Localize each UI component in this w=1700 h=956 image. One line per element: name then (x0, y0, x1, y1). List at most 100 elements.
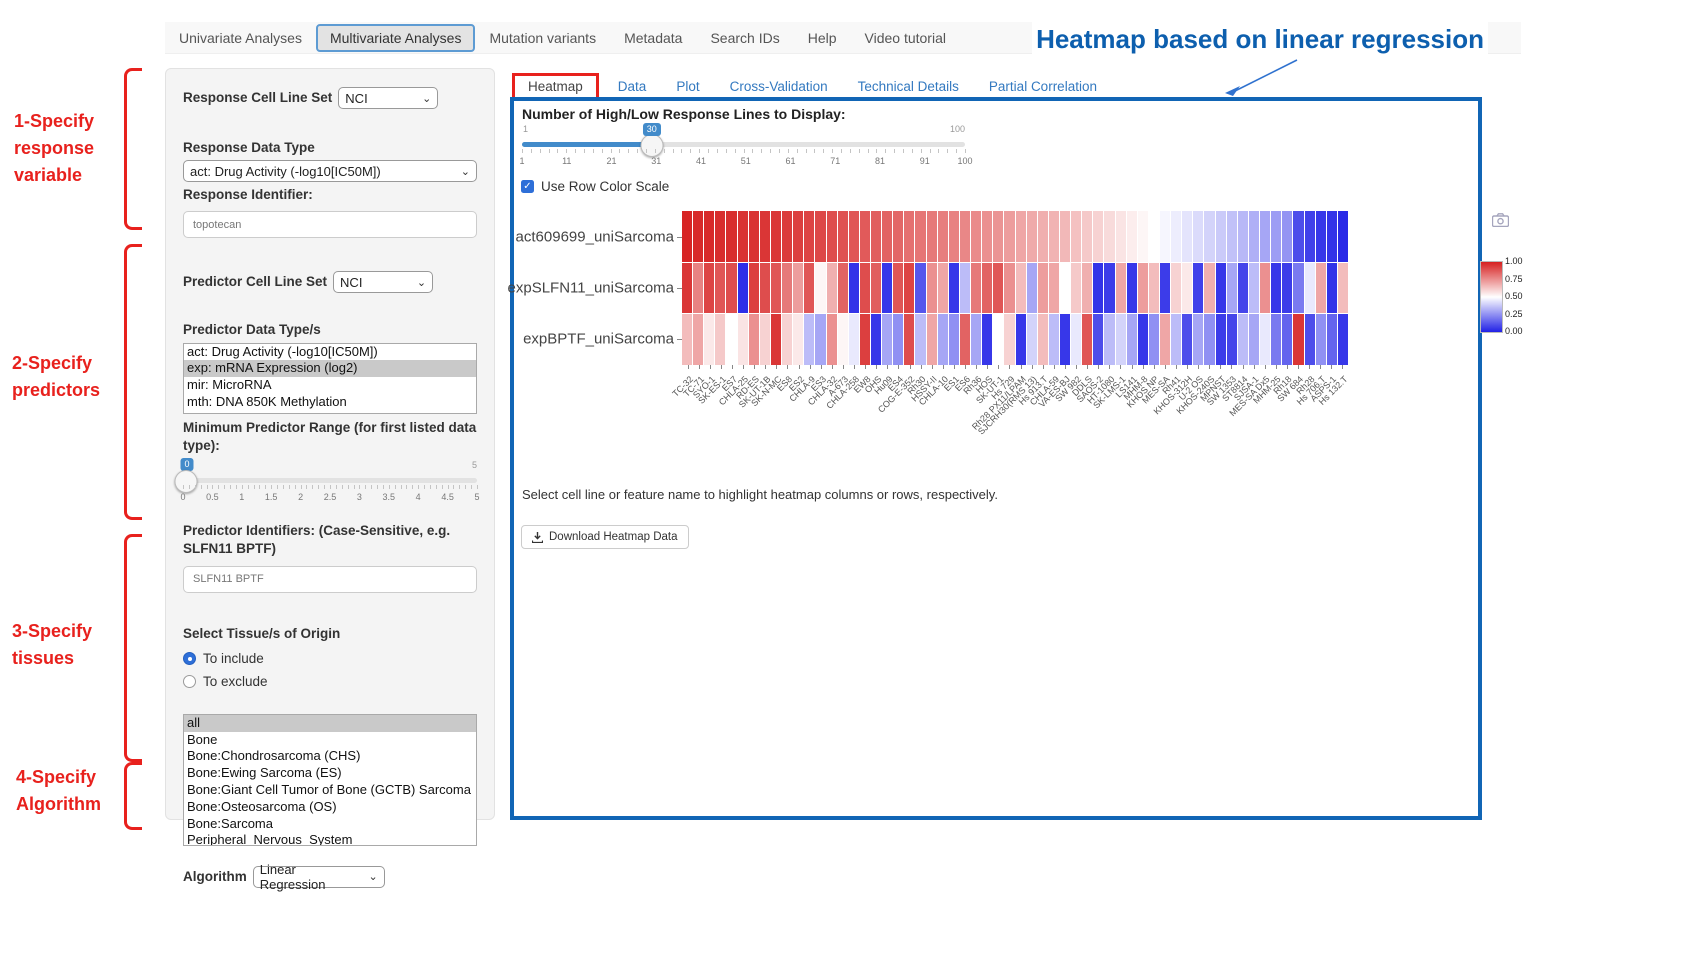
algorithm-select[interactable]: Linear Regression ⌄ (253, 866, 385, 888)
heatmap-cell[interactable] (1193, 211, 1203, 262)
heatmap-cell[interactable] (938, 263, 948, 314)
heatmap-cell[interactable] (1027, 263, 1037, 314)
heatmap-cell[interactable] (1027, 211, 1037, 262)
heatmap-cell[interactable] (1327, 211, 1337, 262)
heatmap-cell[interactable] (1071, 211, 1081, 262)
heatmap-cell[interactable] (1038, 211, 1048, 262)
heatmap-cell[interactable] (1149, 211, 1159, 262)
nav-tab-help[interactable]: Help (794, 24, 851, 52)
listbox-option[interactable]: Bone:Osteosarcoma (OS) (184, 799, 476, 816)
heatmap-cell[interactable] (1204, 263, 1214, 314)
heatmap-cell[interactable] (715, 211, 725, 262)
tab-plot[interactable]: Plot (661, 75, 714, 98)
heatmap-cell[interactable] (1204, 211, 1214, 262)
heatmap-cell[interactable] (738, 211, 748, 262)
heatmap-cell[interactable] (1160, 263, 1170, 314)
heatmap-cell[interactable] (1305, 314, 1315, 365)
download-heatmap-data-button[interactable]: Download Heatmap Data (521, 525, 689, 549)
heatmap-cell[interactable] (1149, 314, 1159, 365)
heatmap-cell[interactable] (1060, 263, 1070, 314)
heatmap-cell[interactable] (1238, 263, 1248, 314)
heatmap-cell[interactable] (927, 314, 937, 365)
heatmap-cell[interactable] (1260, 211, 1270, 262)
listbox-option[interactable]: Bone (184, 732, 476, 749)
heatmap-cell[interactable] (893, 263, 903, 314)
listbox-option[interactable]: Bone:Ewing Sarcoma (ES) (184, 765, 476, 782)
heatmap-cell[interactable] (749, 263, 759, 314)
heatmap-cell[interactable] (827, 314, 837, 365)
heatmap-cell[interactable] (1171, 211, 1181, 262)
heatmap-cell[interactable] (760, 211, 770, 262)
heatmap-cell[interactable] (815, 263, 825, 314)
heatmap-cell[interactable] (927, 211, 937, 262)
heatmap-cell[interactable] (1216, 263, 1226, 314)
tab-cross-validation[interactable]: Cross-Validation (715, 75, 843, 98)
heatmap-cell[interactable] (993, 263, 1003, 314)
heatmap-cell[interactable] (927, 263, 937, 314)
heatmap-cell[interactable] (738, 314, 748, 365)
heatmap-cell[interactable] (1071, 314, 1081, 365)
heatmap-cell[interactable] (960, 314, 970, 365)
heatmap-cell[interactable] (1238, 211, 1248, 262)
heatmap-cell[interactable] (971, 211, 981, 262)
heatmap-cell[interactable] (804, 211, 814, 262)
heatmap-cell[interactable] (1049, 314, 1059, 365)
listbox-option[interactable]: mth: DNA 850K Methylation (184, 394, 476, 411)
heatmap-cell[interactable] (1149, 263, 1159, 314)
heatmap-cell[interactable] (1171, 314, 1181, 365)
heatmap-cell[interactable] (693, 211, 703, 262)
min-predictor-range-track[interactable] (183, 478, 477, 483)
heatmap-cell[interactable] (1016, 263, 1026, 314)
listbox-option[interactable]: Peripheral_Nervous_System (184, 832, 476, 845)
heatmap-cell[interactable] (1338, 314, 1348, 365)
heatmap-cell[interactable] (771, 263, 781, 314)
heatmap-cell[interactable] (871, 263, 881, 314)
heatmap-cell[interactable] (1104, 211, 1114, 262)
heatmap-cell[interactable] (771, 211, 781, 262)
heatmap-cell[interactable] (1171, 263, 1181, 314)
heatmap-cell[interactable] (1138, 314, 1148, 365)
heatmap-cell[interactable] (871, 314, 881, 365)
nav-tab-video-tutorial[interactable]: Video tutorial (851, 24, 960, 52)
heatmap-cell[interactable] (782, 211, 792, 262)
nav-tab-multivariate-analyses[interactable]: Multivariate Analyses (316, 24, 476, 52)
heatmap-cell[interactable] (838, 314, 848, 365)
heatmap-cell[interactable] (1227, 314, 1237, 365)
heatmap-cell[interactable] (760, 263, 770, 314)
heatmap-cell[interactable] (1127, 263, 1137, 314)
heatmap-cell[interactable] (793, 263, 803, 314)
heatmap-cell[interactable] (1116, 263, 1126, 314)
heatmap-cell[interactable] (838, 263, 848, 314)
heatmap-cell[interactable] (1249, 263, 1259, 314)
heatmap-cell[interactable] (715, 263, 725, 314)
heatmap-cell[interactable] (960, 263, 970, 314)
tab-data[interactable]: Data (603, 75, 662, 98)
heatmap-cell[interactable] (882, 211, 892, 262)
heatmap-cell[interactable] (1293, 314, 1303, 365)
heatmap-cell[interactable] (982, 211, 992, 262)
heatmap-cell[interactable] (882, 314, 892, 365)
heatmap-cell[interactable] (1216, 314, 1226, 365)
heatmap-cell[interactable] (1082, 263, 1092, 314)
heatmap-cell[interactable] (760, 314, 770, 365)
heatmap-cell[interactable] (1327, 263, 1337, 314)
heatmap-cell[interactable] (960, 211, 970, 262)
heatmap-cell[interactable] (904, 314, 914, 365)
heatmap-cell[interactable] (726, 314, 736, 365)
heatmap-cell[interactable] (1249, 314, 1259, 365)
heatmap-cell[interactable] (1104, 314, 1114, 365)
heatmap-cell[interactable] (915, 211, 925, 262)
heatmap-cell[interactable] (1038, 314, 1048, 365)
heatmap-cell[interactable] (1216, 211, 1226, 262)
heatmap-cell[interactable] (1093, 263, 1103, 314)
listbox-option[interactable]: act: Drug Activity (-log10[IC50M]) (184, 344, 476, 361)
heatmap-cell[interactable] (1271, 314, 1281, 365)
heatmap-cell[interactable] (993, 211, 1003, 262)
heatmap-cell[interactable] (1338, 211, 1348, 262)
heatmap-cell[interactable] (804, 314, 814, 365)
heatmap-cell[interactable] (1060, 211, 1070, 262)
heatmap-cell[interactable] (804, 263, 814, 314)
heatmap-cell[interactable] (1027, 314, 1037, 365)
heatmap-cell[interactable] (882, 263, 892, 314)
lines-slider-track[interactable] (522, 142, 965, 147)
